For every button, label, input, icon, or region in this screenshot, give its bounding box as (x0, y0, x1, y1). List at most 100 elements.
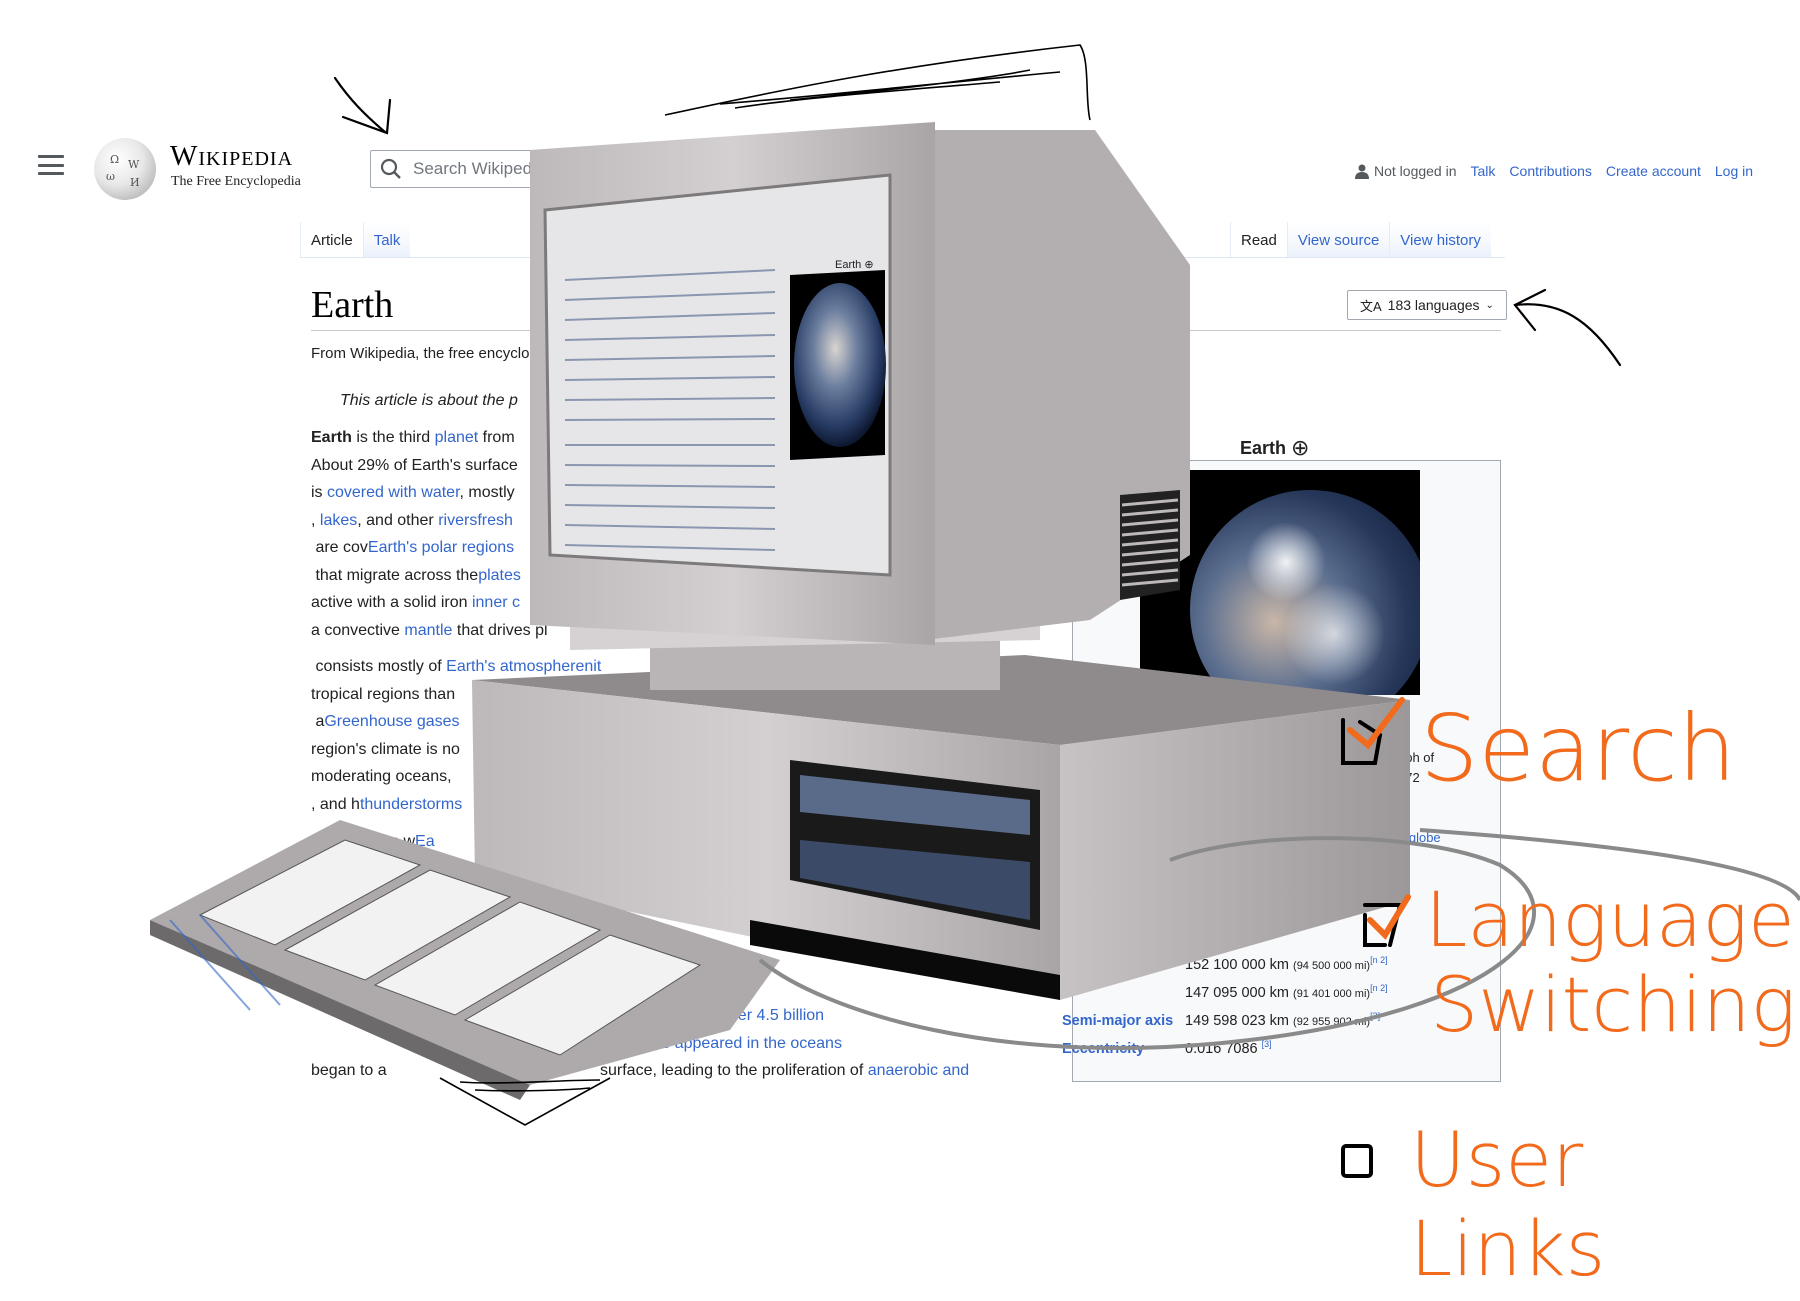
article-link[interactable]: rivers (438, 512, 477, 529)
text-run: tropical regions than (311, 685, 456, 703)
text-run: , (550, 1034, 560, 1052)
checklist-label-user-links: User Links (1410, 1115, 1606, 1293)
article-link[interactable]: mantle (404, 622, 452, 639)
infobox-row-label[interactable]: Eccentricity (1062, 1041, 1185, 1057)
retro-computer-illustration: Earth ⊕ (150, 44, 1800, 1178)
paragraph-line: teracts wEa (311, 828, 1071, 856)
infobox-row: Eccentricity 0.016 7086 [3] (1062, 1039, 1272, 1057)
chevron-down-icon: ⌄ (1485, 299, 1494, 311)
article-link[interactable]: thunderstorms (360, 796, 462, 813)
checklist-label-search: Search (1420, 695, 1737, 802)
article-link[interactable]: lakes (320, 512, 357, 529)
checklist-label-language-line1: Language (1425, 875, 1795, 964)
namespace-tabs: Article Talk (300, 222, 411, 258)
article-link[interactable]: plates (478, 567, 521, 584)
hatnote: This article is about the p and Planet E… (340, 392, 1178, 410)
user-talk-link[interactable]: Talk (1471, 163, 1496, 179)
infobox-row-conversion: (92 955 902 mi) (1293, 1015, 1371, 1028)
article-link[interactable]: fresh (477, 512, 513, 529)
paragraph-line: are covEarth's polar regions (311, 534, 1071, 562)
hatnote-disambiguation-link[interactable]: Planet Earth (disambiguation) (963, 392, 1174, 409)
scribble-shading (664, 44, 1091, 121)
article-link[interactable]: covered with water (327, 484, 460, 501)
not-logged-in-status: Not logged in (1355, 163, 1457, 179)
infobox-row-conversion: (91 401 000 mi) (1293, 987, 1371, 1000)
infobox-title-text: Earth (1240, 437, 1287, 458)
language-button-label: 183 languages (1387, 297, 1480, 313)
language-button[interactable]: 文A 183 languages ⌄ (1347, 290, 1507, 320)
hatnote-text: This article is about the p (340, 392, 518, 409)
article-link[interactable]: over 4.5 billion (721, 1007, 824, 1024)
wikipedia-globe-logo-icon[interactable]: Ω W ω И (94, 138, 156, 200)
text-run: that migrate across the (311, 566, 479, 584)
text-run: began to a surface, leading to the proli… (311, 1062, 868, 1079)
translate-icon: 文A (1360, 298, 1382, 314)
infobox-row-label[interactable]: Semi-major axis (1062, 1013, 1185, 1029)
search-input[interactable] (411, 158, 755, 180)
infobox-row: 147 095 000 km (91 401 000 mi)[n 2] (1062, 983, 1388, 1001)
article-link[interactable]: inner c (472, 594, 520, 611)
create-account-link[interactable]: Create account (1606, 163, 1701, 179)
site-tagline: From Wikipedia, the free encyclopedia (311, 345, 567, 362)
hamburger-menu-icon-bar (38, 163, 64, 167)
tab-view-history[interactable]: View history (1389, 222, 1491, 258)
log-in-link[interactable]: Log in (1715, 163, 1753, 179)
search-icon (371, 158, 411, 180)
infobox-row-value: 0.016 7086 (1185, 1040, 1262, 1057)
paragraph-line: that migrate across theplates (311, 562, 1071, 590)
tab-read-label: Read (1241, 232, 1277, 249)
text-run: is the third (351, 429, 435, 446)
article-link[interactable]: s history (559, 1035, 619, 1052)
search-box[interactable] (370, 150, 770, 188)
article-link[interactable]: Greenhouse gases (324, 713, 459, 730)
text-run: region's climate is no (311, 740, 460, 758)
article-paragraph-1: Earth is the third planet from About 29% … (311, 424, 1071, 644)
paragraph-line: began to a surface, leading to the proli… (311, 1057, 1071, 1085)
article-link[interactable]: anaerobic and (868, 1062, 969, 1079)
tab-talk[interactable]: Talk (362, 222, 411, 258)
article-paragraph-2: consists mostly of Earth's atmospherenit… (311, 653, 1071, 818)
caption-globe-link[interactable]: e globe (1398, 830, 1441, 845)
text-run: active with a solid iron (311, 594, 472, 611)
reference-link[interactable]: [3] (1262, 1039, 1272, 1049)
view-tabs: Read View source View history (1230, 222, 1491, 258)
main-menu-button[interactable] (38, 155, 64, 175)
article-link[interactable]: planet (435, 429, 479, 446)
earth-photo[interactable] (1140, 470, 1420, 695)
article-link[interactable]: year (520, 1035, 550, 1052)
tab-view-source[interactable]: View source (1286, 222, 1390, 258)
reference-link[interactable]: [3] (1370, 1011, 1380, 1021)
text-run: that drives pl (452, 621, 548, 639)
checkbox-user-links (1341, 1144, 1373, 1178)
article-link[interactable]: Earth's atmosphere (446, 658, 584, 675)
user-contributions-link[interactable]: Contributions (1509, 163, 1592, 179)
reference-link[interactable]: [n 2] (1370, 955, 1388, 965)
tab-view-history-label: View history (1400, 232, 1481, 249)
not-logged-in-label: Not logged in (1374, 163, 1457, 179)
paragraph-line: active with a solid iron inner c (311, 589, 1071, 617)
article-link[interactable]: nit (584, 658, 601, 675)
text-run: consists mostly of (311, 658, 447, 675)
paragraph-line (311, 856, 1071, 884)
tab-read[interactable]: Read (1230, 222, 1287, 258)
text-run (311, 1035, 520, 1052)
text-run: About 29% of Earth's surface (311, 456, 518, 474)
paragraph-line: tropical regions than (311, 681, 1071, 709)
paragraph-line (311, 883, 1071, 911)
article-link[interactable]: life appeared in the oceans (650, 1035, 842, 1052)
paragraph-line: year, s history andlife appeared in the … (311, 1030, 1071, 1058)
paragraph-line: , and hthunderstorms (311, 791, 1071, 819)
logo-wordmark[interactable]: Wikipedia (170, 142, 293, 171)
earth-symbol-icon: ⊕ (1291, 435, 1310, 460)
screen-infobox-title: Earth ⊕ (835, 259, 874, 271)
user-links: Not logged in Talk Contributions Create … (1355, 163, 1753, 179)
infobox-row: 152 100 000 km (94 500 000 mi)[n 2] (1062, 955, 1388, 973)
reference-link[interactable]: [n 2] (1370, 983, 1388, 993)
paragraph-line: in the (311, 911, 1071, 939)
text-run: from (478, 429, 515, 446)
text-run: and (618, 1034, 650, 1052)
tab-article[interactable]: Article (300, 222, 363, 258)
tab-view-source-label: View source (1297, 232, 1380, 249)
article-link[interactable]: Earth's polar regions (368, 539, 514, 556)
article-link[interactable]: Ea (415, 833, 435, 850)
